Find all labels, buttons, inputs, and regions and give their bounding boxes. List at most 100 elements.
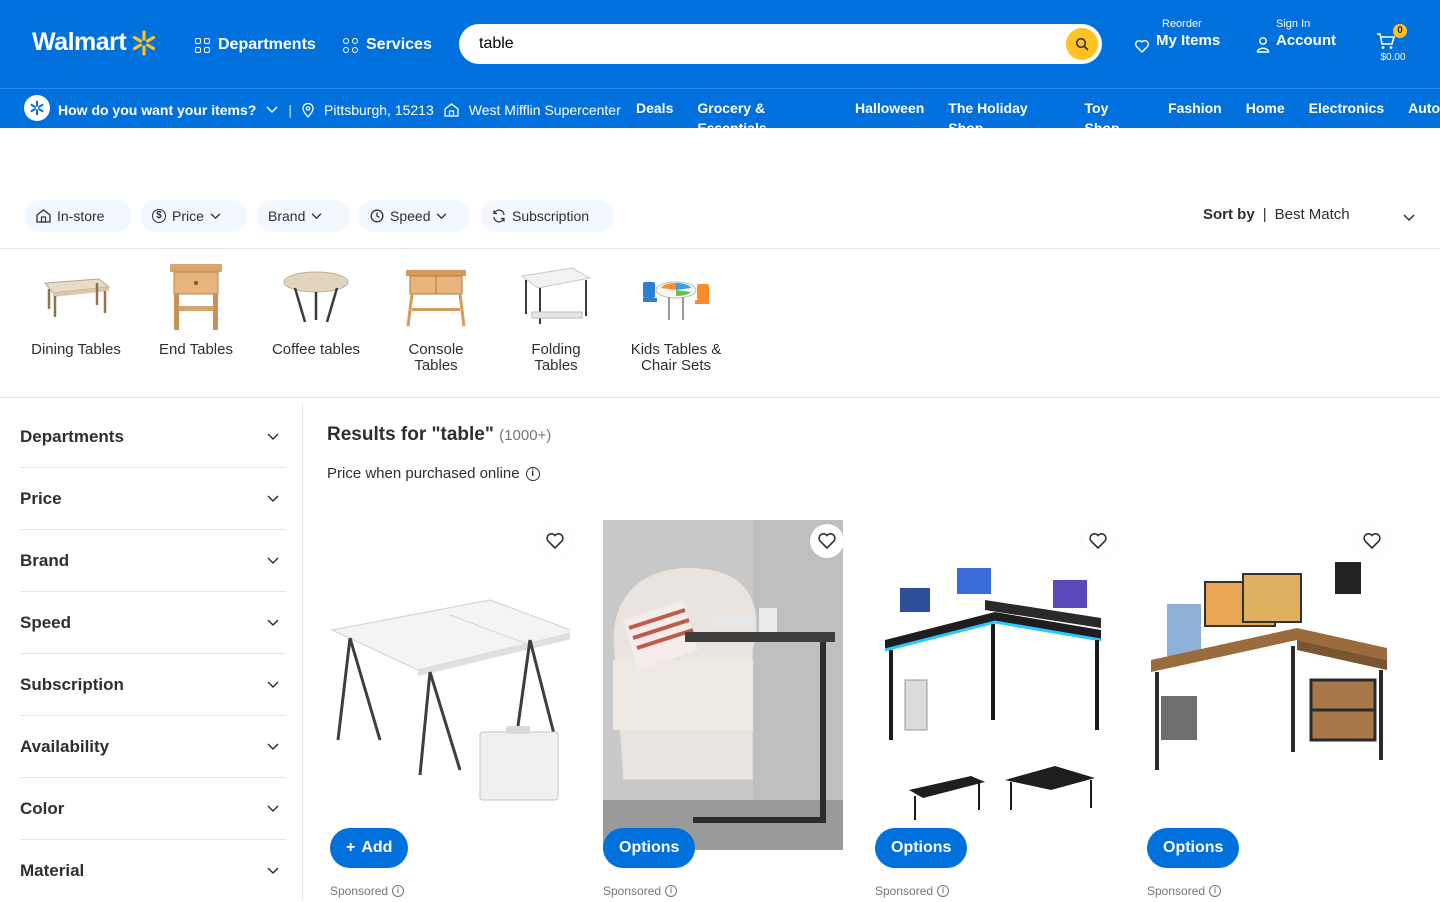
nav-link-halloween[interactable]: Halloween [855,98,924,118]
chevron-down-icon [267,742,279,750]
options-button[interactable]: Options [1147,828,1240,868]
search-icon [1075,37,1089,51]
speed-filter-chip[interactable]: Speed [358,200,470,232]
sort-dropdown-button[interactable] [1382,196,1436,240]
sponsored-text: Sponsored [875,884,934,898]
coffee-table-image [276,260,356,332]
brand-chip-label: Brand [268,208,306,224]
nav-link-holiday-shop[interactable]: The Holiday Shop [948,98,1060,136]
facet-expand-button[interactable] [260,423,286,451]
product-card[interactable]: Options Sponsored i [603,512,853,900]
dollar-icon: $ [152,209,166,223]
product-card[interactable]: Options Sponsored i [875,512,1125,900]
facet-subscription: Subscription [20,654,286,716]
category-folding-tables[interactable]: Folding Tables [496,260,616,374]
brand-filter-chip[interactable]: Brand [256,200,350,232]
facet-expand-button[interactable] [260,857,286,885]
category-kids-tables[interactable]: Kids Tables & Chair Sets [616,260,736,374]
services-button[interactable]: Services [343,30,432,60]
facet-label: Availability [20,736,110,756]
chevron-down-icon [437,212,447,219]
category-label: Tables [534,357,578,374]
facet-expand-button[interactable] [260,795,286,823]
category-label: Folding [531,341,581,358]
sort-by-control[interactable]: Sort by | Best Match [1203,206,1350,223]
favorite-button[interactable] [1355,524,1389,558]
options-label: Options [891,839,952,856]
category-label: Chair Sets [640,357,712,374]
subscription-filter-chip[interactable]: Subscription [480,200,614,232]
kids-table-image [636,260,716,332]
category-label: Tables [414,357,458,374]
nav-link-home[interactable]: Home [1246,98,1285,118]
facet-label: Departments [20,426,124,446]
walmart-logo[interactable]: Walmart [32,28,158,57]
facet-brand: Brand [20,530,286,592]
info-icon[interactable]: i [665,885,678,897]
favorite-button[interactable] [538,524,572,558]
category-label: Coffee tables [271,341,361,358]
facet-expand-button[interactable] [260,671,286,699]
chevron-down-icon [1403,214,1415,222]
sponsored-text: Sponsored [330,884,389,898]
refresh-icon [493,209,505,223]
product-card[interactable]: Options Sponsored i [1147,512,1397,900]
chevron-down-icon [266,106,278,114]
options-button[interactable]: Options [875,828,968,868]
info-icon[interactable]: i [1209,885,1222,897]
add-to-cart-button[interactable]: + Add [330,828,409,868]
category-dining-tables[interactable]: Dining Tables [16,260,136,358]
facet-expand-button[interactable] [260,733,286,761]
search-input[interactable] [479,30,1039,58]
nav-link-toy-shop[interactable]: Toy Shop [1085,98,1145,136]
nav-link-auto[interactable]: Auto [1408,98,1440,118]
facet-expand-button[interactable] [260,609,286,637]
product-card[interactable]: + Add Sponsored i [330,512,580,900]
results-query: Results for "table" [327,424,494,445]
chevron-down-icon [267,867,279,875]
category-coffee-tables[interactable]: Coffee tables [256,260,376,358]
favorite-button[interactable] [810,524,844,558]
sponsored-label: Sponsored i [1147,884,1222,898]
info-icon[interactable]: i [392,885,405,897]
category-console-tables[interactable]: Console Tables [376,260,496,374]
results-heading: Results for "table" (1000+) [327,424,551,446]
favorite-button[interactable] [1081,524,1115,558]
departments-label: Departments [218,36,316,53]
logo-text: Walmart [32,28,127,56]
walmart-plus-badge[interactable] [24,95,50,121]
chevron-down-icon [267,680,279,688]
info-icon[interactable]: i [937,885,950,897]
price-disclaimer: Price when purchased online i [327,465,540,482]
info-icon[interactable]: i [525,466,540,481]
facet-label: Brand [20,550,70,570]
facet-label: Color [20,798,65,818]
facet-expand-button[interactable] [260,547,286,575]
services-grid-icon [343,37,358,53]
facet-color: Color [20,778,286,840]
reorder-my-items-link[interactable]: Reorder My Items [1134,18,1220,54]
dining-table-image [36,260,116,332]
options-button[interactable]: Options [603,828,696,868]
end-table-image [156,260,236,332]
category-label: Kids Tables & [630,341,722,358]
departments-button[interactable]: Departments [195,30,316,60]
account-link[interactable]: Sign In Account [1256,18,1336,54]
nav-link-fashion[interactable]: Fashion [1168,98,1222,118]
nav-link-deals[interactable]: Deals [636,98,673,118]
folding-table-image [516,260,596,332]
category-end-tables[interactable]: End Tables [136,260,256,358]
instore-filter-chip[interactable]: In-store [24,200,132,232]
facet-expand-button[interactable] [260,485,286,513]
facet-speed: Speed [20,592,286,654]
facet-label: Speed [20,612,72,632]
fulfillment-selector[interactable]: How do you want your items? | Pittsburgh… [58,100,621,120]
search-submit-button[interactable] [1066,28,1098,60]
nav-link-electronics[interactable]: Electronics [1309,98,1384,118]
chevron-down-icon [267,494,279,502]
console-table-image [396,260,476,332]
options-label: Options [1163,839,1224,856]
price-filter-chip[interactable]: $ Price [140,200,248,232]
nav-link-grocery[interactable]: Grocery & Essentials [697,98,831,136]
cart-button[interactable]: 0 $0.00 [1376,18,1416,70]
